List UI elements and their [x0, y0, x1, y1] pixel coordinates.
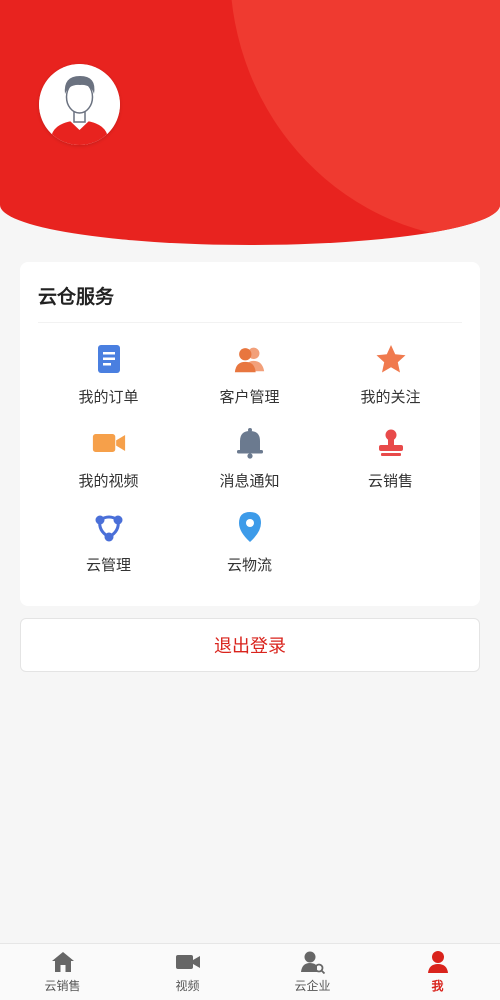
video-camera-icon: [92, 426, 126, 460]
document-icon: [92, 342, 126, 376]
services-grid: 我的订单 客户管理 我的关注 我的视频 消息通知 云销售 云管理 云物流: [38, 336, 462, 588]
nav-label: 我: [431, 979, 444, 993]
service-label: 云物流: [226, 556, 272, 574]
service-label: 云管理: [85, 556, 131, 574]
network-icon: [92, 510, 126, 544]
nav-item-cloud-sales[interactable]: 云销售: [0, 944, 125, 1000]
header-decoration: [230, 0, 500, 240]
service-label: 客户管理: [219, 388, 280, 406]
nav-label: 视频: [175, 979, 200, 993]
user-search-icon: [300, 950, 326, 974]
video-icon: [175, 950, 201, 974]
bottom-nav: 云销售 视频 云企业 我: [0, 943, 500, 1000]
service-cloud-sales[interactable]: 云销售: [320, 420, 461, 504]
service-label: 我的关注: [360, 388, 421, 406]
service-label: 消息通知: [219, 472, 280, 490]
nav-item-video[interactable]: 视频: [125, 944, 250, 1000]
service-label: 我的订单: [78, 388, 139, 406]
nav-label: 云企业: [294, 979, 331, 993]
service-my-orders[interactable]: 我的订单: [38, 336, 179, 420]
nav-item-me[interactable]: 我: [375, 944, 500, 1000]
stamp-icon: [374, 426, 408, 460]
service-label: 云销售: [367, 472, 413, 490]
profile-header: [0, 0, 500, 245]
service-my-follows[interactable]: 我的关注: [320, 336, 461, 420]
nav-label: 云销售: [44, 979, 81, 993]
person-icon: [425, 950, 451, 974]
location-pin-icon: [233, 510, 267, 544]
nav-item-cloud-enterprise[interactable]: 云企业: [250, 944, 375, 1000]
profile-page: 云仓服务 我的订单 客户管理 我的关注 我的视频 消息通知 云销售 云管理 云物…: [0, 0, 500, 1000]
services-card: 云仓服务 我的订单 客户管理 我的关注 我的视频 消息通知 云销售 云管理 云物…: [20, 262, 480, 606]
service-cloud-management[interactable]: 云管理: [38, 504, 179, 588]
customers-icon: [233, 342, 267, 376]
service-my-videos[interactable]: 我的视频: [38, 420, 179, 504]
avatar[interactable]: [39, 64, 120, 145]
bell-icon: [233, 426, 267, 460]
service-cloud-logistics[interactable]: 云物流: [179, 504, 320, 588]
service-label: 我的视频: [78, 472, 139, 490]
divider: [38, 322, 462, 323]
service-notifications[interactable]: 消息通知: [179, 420, 320, 504]
home-icon: [50, 950, 76, 974]
services-title: 云仓服务: [38, 286, 115, 308]
service-customer-management[interactable]: 客户管理: [179, 336, 320, 420]
user-avatar-icon: [39, 64, 120, 145]
star-icon: [374, 342, 408, 376]
logout-button[interactable]: 退出登录: [20, 618, 480, 672]
